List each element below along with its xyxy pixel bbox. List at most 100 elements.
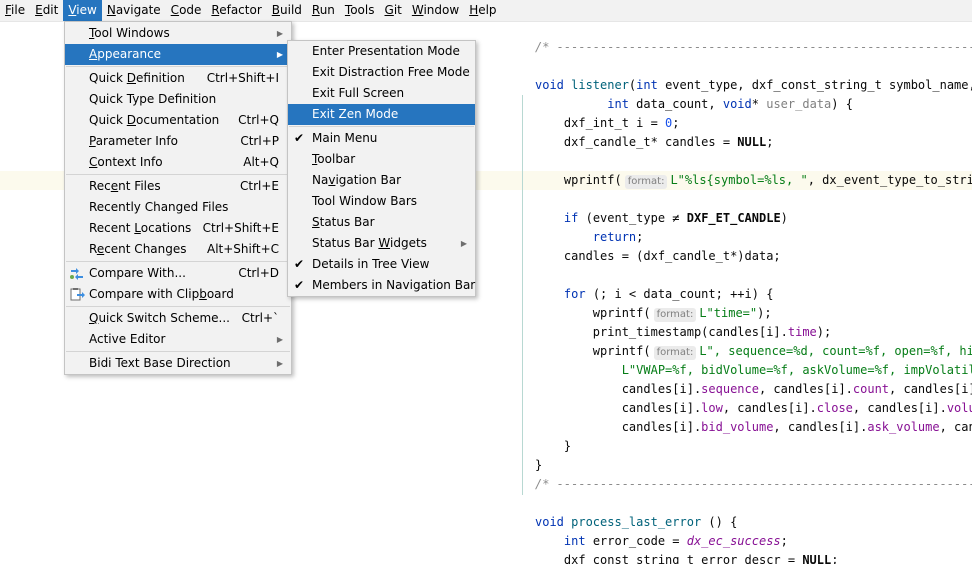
menu-item-appearance[interactable]: Appearance ▶: [65, 44, 291, 65]
menu-item-recent-locations[interactable]: Recent Locations Ctrl+Shift+E: [65, 218, 291, 239]
menu-item-quick-documentation[interactable]: Quick Documentation Ctrl+Q: [65, 110, 291, 131]
clipboard-compare-icon: [70, 288, 85, 301]
menu-refactor-label: efactor: [219, 3, 262, 17]
menu-code[interactable]: Code: [166, 0, 207, 21]
menu-tools[interactable]: Tools: [340, 0, 380, 21]
code-token: }: [535, 439, 572, 453]
menu-item-label: Quick Definition: [89, 68, 185, 89]
menu-item-quick-definition[interactable]: Quick Definition Ctrl+Shift+I: [65, 68, 291, 89]
code-token: print_timestamp(candles[i].: [535, 325, 788, 339]
menu-item-enter-presentation-mode[interactable]: Enter Presentation Mode: [288, 41, 475, 62]
code-token: ): [780, 211, 788, 225]
menu-item-active-editor[interactable]: Active Editor ▶: [65, 329, 291, 350]
label-part: arameter Info: [95, 134, 178, 148]
menu-item-label: Active Editor: [89, 329, 165, 350]
menu-window-label: indow: [423, 3, 460, 17]
menu-item-label: Exit Distraction Free Mode: [312, 65, 470, 79]
menu-item-shortcut: Ctrl+D: [238, 266, 279, 280]
label-part: ontext Info: [97, 155, 163, 169]
code-token: L"time=": [699, 306, 758, 320]
label-part: nt Files: [118, 179, 161, 193]
label-part: uick Switch Scheme...: [98, 311, 230, 325]
label-part: R: [89, 242, 97, 256]
menu-item-label: Recent Files: [89, 176, 161, 197]
menu-item-quick-type-definition[interactable]: Quick Type Definition: [65, 89, 291, 110]
menu-item-tool-window-bars[interactable]: Tool Window Bars: [288, 191, 475, 212]
menu-edit-accel: E: [35, 3, 43, 17]
code-token: (; i < data_count; ++i) {: [592, 287, 774, 301]
menu-item-exit-zen-mode[interactable]: Exit Zen Mode: [288, 104, 475, 125]
menu-run[interactable]: Run: [307, 0, 340, 21]
menu-item-compare-with[interactable]: Compare With... Ctrl+D: [65, 263, 291, 284]
code-token: wprintf(: [535, 306, 651, 320]
label-part: ocumentation: [136, 113, 220, 127]
submenu-arrow-icon: ▶: [276, 359, 283, 368]
menu-help[interactable]: Help: [464, 0, 501, 21]
menu-item-parameter-info[interactable]: Parameter Info Ctrl+P: [65, 131, 291, 152]
code-line: candles[i].low, candles[i].close, candle…: [535, 399, 972, 418]
code-line: L"VWAP=%f, bidVolume=%f, askVolume=%f, i…: [535, 361, 972, 380]
menu-item-label: Quick Switch Scheme...: [89, 308, 230, 329]
code-token: for: [563, 287, 593, 301]
label-part: Quick: [89, 113, 127, 127]
menu-window[interactable]: Window: [407, 0, 464, 21]
code-token: L"%ls{symbol=%ls, ": [670, 173, 808, 187]
submenu-arrow-icon: ▶: [460, 239, 467, 248]
menu-item-main-menu[interactable]: ✔ Main Menu: [288, 128, 475, 149]
code-token: ;: [780, 534, 788, 548]
code-token: int: [563, 534, 593, 548]
code-token: process_last_error: [571, 515, 709, 529]
code-token: int: [636, 78, 666, 92]
submenu-arrow-icon: ▶: [276, 29, 283, 38]
menu-item-members-in-navigation-bar[interactable]: ✔ Members in Navigation Bar: [288, 275, 475, 296]
menu-build[interactable]: Build: [267, 0, 307, 21]
menu-refactor[interactable]: Refactor: [206, 0, 266, 21]
code-token: data_count,: [636, 97, 723, 111]
code-token: candles[i].: [535, 401, 702, 415]
menu-item-recent-files[interactable]: Recent Files Ctrl+E: [65, 176, 291, 197]
menu-view[interactable]: View: [63, 0, 102, 21]
menu-git[interactable]: Git: [380, 0, 407, 21]
code-token: ask_volume: [867, 420, 940, 434]
code-token: candles[i].: [535, 382, 702, 396]
menu-item-toolbar[interactable]: Toolbar: [288, 149, 475, 170]
menu-item-label: Toolbar: [312, 149, 355, 170]
code-token: int: [607, 97, 637, 111]
label-part: Recently Changed Files: [89, 200, 229, 214]
code-line: wprintf(format: L"%ls{symbol=%ls, ", dx_e…: [535, 171, 972, 190]
menu-item-compare-with-clipboard[interactable]: Compare with Clipboard: [65, 284, 291, 305]
menu-item-label: Compare with Clipboard: [89, 284, 234, 305]
menu-item-quick-switch-scheme[interactable]: Quick Switch Scheme... Ctrl+`: [65, 308, 291, 329]
menu-item-label: Quick Documentation: [89, 110, 219, 131]
code-text: /* -------------------------------------…: [535, 38, 972, 564]
menu-navigate[interactable]: Navigate: [102, 0, 166, 21]
menu-item-exit-distraction-free-mode[interactable]: Exit Distraction Free Mode: [288, 62, 475, 83]
code-token: close: [816, 401, 853, 415]
indent-guide: [522, 95, 523, 495]
menu-item-exit-full-screen[interactable]: Exit Full Screen: [288, 83, 475, 104]
menu-item-status-bar-widgets[interactable]: Status Bar Widgets ▶: [288, 233, 475, 254]
menu-item-recently-changed-files[interactable]: Recently Changed Files: [65, 197, 291, 218]
menu-item-context-info[interactable]: Context Info Alt+Q: [65, 152, 291, 173]
check-icon: ✔: [294, 257, 305, 271]
menu-item-shortcut: Ctrl+Shift+I: [206, 71, 279, 85]
menu-item-details-in-tree-view[interactable]: ✔ Details in Tree View: [288, 254, 475, 275]
menu-git-accel: G: [384, 3, 394, 17]
menu-item-bidi-text-base-direction[interactable]: Bidi Text Base Direction ▶: [65, 353, 291, 374]
menu-item-navigation-bar[interactable]: Navigation Bar: [288, 170, 475, 191]
menu-item-tool-windows[interactable]: Tool Windows ▶: [65, 23, 291, 44]
menu-file-label: ile: [11, 3, 26, 17]
code-line: int data_count, void* user_data) {: [535, 95, 853, 114]
view-menu-popup: Tool Windows ▶ Appearance ▶ Quick Definiti…: [64, 21, 292, 375]
menu-item-label: Recent Locations: [89, 218, 191, 239]
menu-item-label: Status Bar: [312, 212, 375, 233]
code-line: wprintf(format: L", sequence=%d, count=%f…: [535, 342, 972, 361]
menu-item-recent-changes[interactable]: Recent Changes Alt+Shift+C: [65, 239, 291, 260]
code-token: wprintf(: [535, 173, 622, 187]
menu-item-status-bar[interactable]: Status Bar: [288, 212, 475, 233]
menu-edit[interactable]: Edit: [30, 0, 63, 21]
menu-file[interactable]: File: [0, 0, 30, 21]
label-part: ocations: [140, 221, 192, 235]
label-part: oard: [206, 287, 234, 301]
